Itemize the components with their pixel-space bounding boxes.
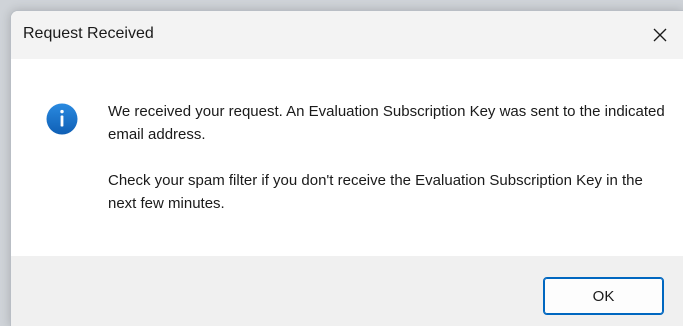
close-button[interactable]: [637, 11, 683, 59]
message-paragraph: We received your request. An Evaluation …: [108, 103, 665, 143]
message-paragraph: Check your spam filter if you don't rece…: [108, 172, 643, 212]
ok-button[interactable]: OK: [543, 277, 664, 315]
close-icon: [653, 28, 667, 42]
dialog-footer: OK: [11, 256, 683, 326]
dialog-title: Request Received: [23, 25, 154, 42]
dialog-titlebar: Request Received: [11, 11, 683, 59]
info-icon: [46, 103, 78, 135]
dialog-content: We received your request. An Evaluation …: [11, 59, 683, 256]
request-received-dialog: Request Received We received your reques…: [10, 10, 683, 326]
dialog-message: We received your request. An Evaluation …: [108, 100, 668, 215]
